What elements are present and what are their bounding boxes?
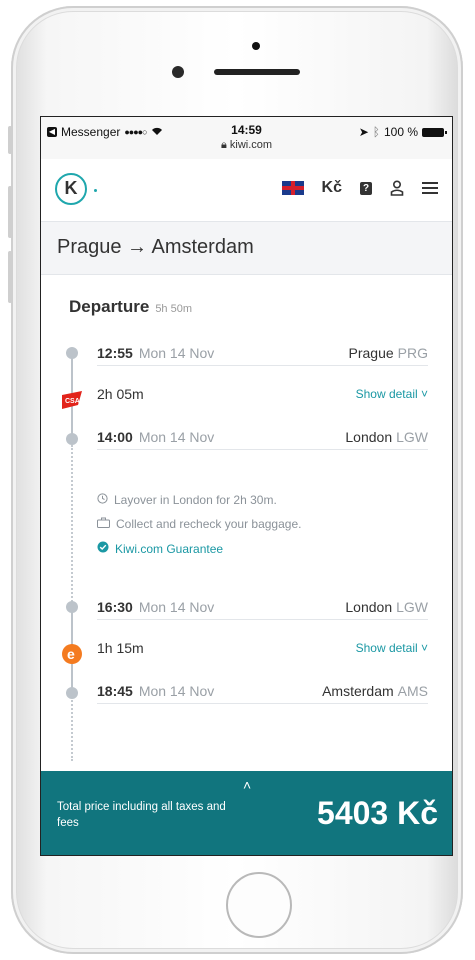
arrival-code: LGW <box>396 429 428 445</box>
departure-city: London <box>345 599 393 615</box>
location-icon: ➤ <box>358 125 369 139</box>
logo-letter: K <box>64 178 78 198</box>
expand-chevron-icon[interactable]: ˄ <box>243 777 251 793</box>
currency-selector[interactable]: Kč <box>322 179 342 197</box>
guarantee-text[interactable]: Kiwi.com Guarantee <box>115 542 223 556</box>
svg-text:CSA: CSA <box>65 398 80 405</box>
easyjet-airline-logo-icon: e <box>60 643 84 665</box>
csa-airline-logo-icon: CSA <box>60 389 84 411</box>
departure-duration: 5h 50m <box>155 303 193 315</box>
help-icon[interactable]: ? <box>360 181 372 195</box>
departure-code: LGW <box>396 599 428 615</box>
departure-label: Departure <box>69 297 150 316</box>
url-bar[interactable]: 🔒︎ kiwi.com <box>41 139 452 152</box>
departure-code: PRG <box>397 345 428 361</box>
flight-duration: 2h 05m <box>97 386 144 402</box>
segment-duration-row: 1h 15m Show detail ˅ <box>97 637 428 659</box>
lock-icon: 🔒︎ <box>220 139 227 151</box>
mute-switch <box>8 126 12 154</box>
volume-down-button <box>8 251 12 303</box>
departure-time: 16:30 <box>97 599 133 615</box>
show-detail-link[interactable]: Show detail ˅ <box>356 387 428 401</box>
earpiece-speaker <box>214 69 300 75</box>
departure-date: Mon 14 Nov <box>138 599 215 615</box>
battery-percent: 100 % <box>383 125 418 139</box>
screen: ◀ Messenger ●●●●○ 14:59 🔒︎ kiwi.com ➤ ᛒ … <box>40 116 453 856</box>
bluetooth-icon: ᛒ <box>372 125 380 139</box>
timeline-node <box>66 601 78 613</box>
arrival-city: London <box>345 429 393 445</box>
departure-date: Mon 14 Nov <box>138 345 215 361</box>
layover-info: Layover in London for 2h 30m. <box>97 493 277 507</box>
departure-heading: Departure 5h 50m <box>69 297 192 317</box>
guarantee-check-icon <box>97 541 109 556</box>
flight-duration: 1h 15m <box>97 640 144 656</box>
arrival-time: 18:45 <box>97 683 133 699</box>
baggage-text: Collect and recheck your baggage. <box>116 517 302 531</box>
departure-city: Prague <box>348 345 394 361</box>
segment-arrival-row: 14:00 Mon 14 Nov London LGW <box>97 425 428 450</box>
user-icon[interactable] <box>390 180 404 196</box>
arrival-city: Amsterdam <box>322 683 394 699</box>
itinerary: Departure 5h 50m CSA 12:55 Mon 14 Nov Prag… <box>41 275 452 815</box>
proximity-sensor <box>172 66 184 78</box>
guarantee-info[interactable]: Kiwi.com Guarantee <box>97 541 223 556</box>
show-detail-link[interactable]: Show detail ˅ <box>356 641 428 655</box>
arrival-code: AMS <box>397 683 428 699</box>
uk-flag-icon[interactable] <box>281 181 304 195</box>
price-footer[interactable]: ˄ Total price including all taxes and fe… <box>41 771 452 855</box>
url-text: kiwi.com <box>229 139 273 151</box>
total-price: 5403 Kč <box>317 795 438 831</box>
route-title: Prague → Amsterdam <box>57 236 254 258</box>
arrival-time: 14:00 <box>97 429 133 445</box>
total-price-label: Total price including all taxes and fees <box>57 801 226 829</box>
front-camera <box>252 42 260 50</box>
svg-text:e: e <box>67 646 75 662</box>
timeline-node <box>66 347 78 359</box>
volume-up-button <box>8 186 12 238</box>
home-button[interactable] <box>226 872 292 938</box>
kiwi-logo[interactable]: K <box>55 173 87 205</box>
segment-arrival-row: 18:45 Mon 14 Nov Amsterdam AMS <box>97 679 428 704</box>
route-header: Prague → Amsterdam <box>41 222 452 275</box>
departure-time: 12:55 <box>97 345 133 361</box>
hamburger-menu-icon[interactable] <box>422 182 438 194</box>
layover-text: Layover in London for 2h 30m. <box>114 493 277 507</box>
baggage-icon <box>97 517 110 531</box>
arrival-date: Mon 14 Nov <box>138 429 215 445</box>
segment-duration-row: 2h 05m Show detail ˅ <box>97 383 428 405</box>
timeline-node <box>66 433 78 445</box>
baggage-info: Collect and recheck your baggage. <box>97 517 301 531</box>
status-bar: ◀ Messenger ●●●●○ 14:59 🔒︎ kiwi.com ➤ ᛒ … <box>41 117 452 159</box>
clock-icon <box>97 493 108 507</box>
segment-departure-row: 16:30 Mon 14 Nov London LGW <box>97 595 428 620</box>
logo-dot-icon <box>94 189 97 192</box>
arrival-date: Mon 14 Nov <box>138 683 215 699</box>
segment-departure-row: 12:55 Mon 14 Nov Prague PRG <box>97 341 428 366</box>
battery-icon <box>422 127 447 137</box>
site-header: K Kč ? <box>41 159 452 222</box>
timeline-node <box>66 687 78 699</box>
